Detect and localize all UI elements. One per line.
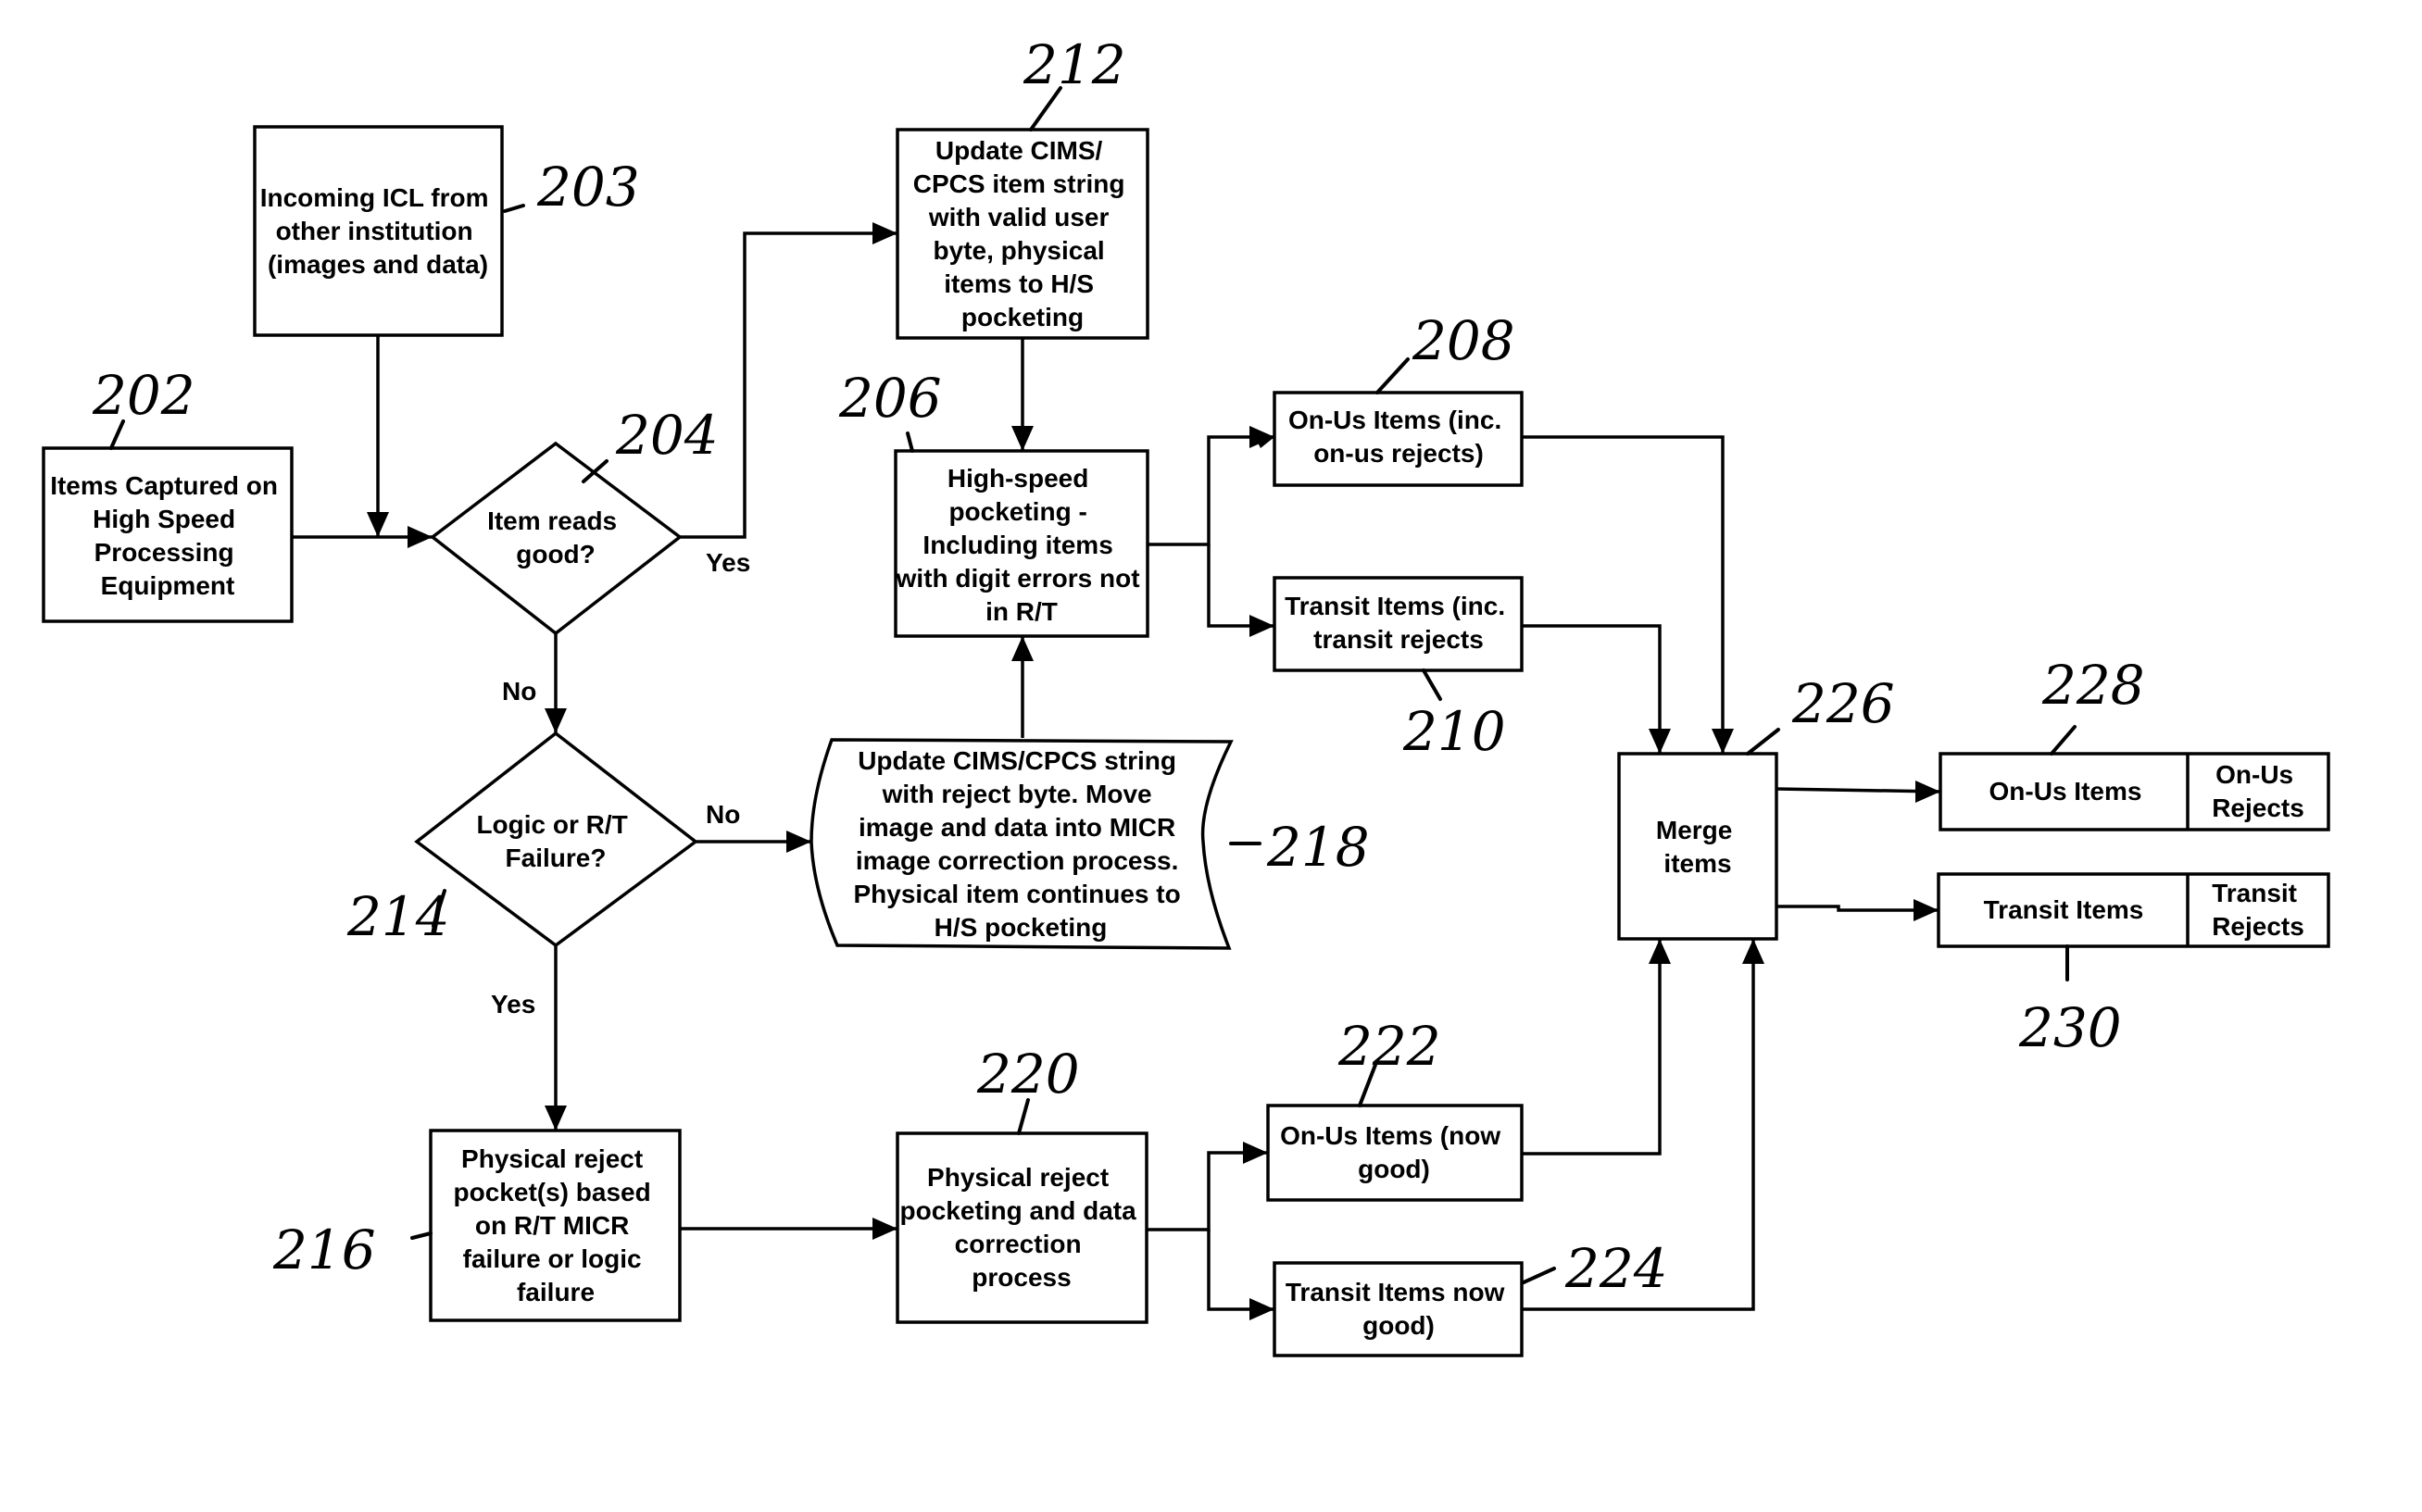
edge-label-no-214: No xyxy=(706,800,740,829)
arrowhead xyxy=(1243,1142,1268,1164)
leader-line xyxy=(410,1231,433,1240)
node-text-left: Transit Items xyxy=(1984,895,2144,924)
edge-label-yes-214: Yes xyxy=(491,990,535,1018)
arrowhead xyxy=(1011,636,1034,661)
edge-label-yes-204: Yes xyxy=(706,548,750,577)
ref-label-220: 220 xyxy=(976,1043,1080,1106)
node-text-left: On-Us Items xyxy=(1989,777,2142,806)
arrowhead xyxy=(367,512,389,537)
edge-label-no-204: No xyxy=(502,677,536,706)
edge-222-226 xyxy=(1522,939,1662,1156)
edge-206-210 xyxy=(1207,544,1274,628)
edge-220-222 xyxy=(1147,1151,1268,1231)
edge-220-224 xyxy=(1207,1230,1274,1311)
flowchart: Yes No No Yes Incoming ICL from other in… xyxy=(42,33,2330,1357)
ref-label-203: 203 xyxy=(536,156,640,219)
node-203-incoming-icl: Incoming ICL from other institution (ima… xyxy=(253,125,504,337)
leader-line xyxy=(1746,728,1780,756)
ref-label-210: 210 xyxy=(1402,700,1506,763)
edge-206-208 xyxy=(1148,435,1274,546)
leader-line xyxy=(503,204,525,213)
arrowhead xyxy=(1914,899,1939,921)
node-222-on-us-now-good: On-Us Items (now good) xyxy=(1266,1104,1524,1202)
node-text: Incoming ICL from other institution (ima… xyxy=(260,183,496,279)
ref-label-208: 208 xyxy=(1412,309,1515,372)
ref-label-216: 216 xyxy=(272,1218,376,1281)
node-202-items-captured: Items Captured on High Speed Processing … xyxy=(42,446,294,623)
arrowhead xyxy=(1712,729,1734,754)
ref-label-204: 204 xyxy=(615,404,719,467)
arrowhead xyxy=(872,1218,897,1240)
node-226-merge-items: Merge items xyxy=(1617,752,1778,941)
node-218-update-cims-reject: Update CIMS/CPCS string with reject byte… xyxy=(809,738,1234,950)
leader-line xyxy=(2050,725,2077,756)
node-214-logic-rt-failure-decision: Logic or R/T Failure? xyxy=(414,731,698,948)
arrowhead xyxy=(545,708,567,733)
node-220-physical-reject-correction: Physical reject pocketing and data corre… xyxy=(896,1131,1148,1324)
arrowhead xyxy=(786,831,811,853)
ref-label-226: 226 xyxy=(1791,672,1895,735)
node-216-physical-reject-pockets: Physical reject pocket(s) based on R/T M… xyxy=(429,1129,682,1322)
arrowhead xyxy=(1742,939,1764,964)
edge-210-226 xyxy=(1522,624,1662,754)
ref-label-202: 202 xyxy=(92,364,195,427)
ref-label-228: 228 xyxy=(2041,654,2145,717)
node-204-item-reads-good-decision: Item reads good? xyxy=(430,441,683,636)
node-230-transit-output: Transit Items Transit Rejects xyxy=(1937,872,2330,948)
node-210-transit-items: Transit Items (inc. transit rejects xyxy=(1273,576,1524,672)
arrowhead xyxy=(1249,1298,1274,1320)
arrowhead xyxy=(1649,729,1671,754)
arrowhead xyxy=(408,526,433,548)
node-228-on-us-output: On-Us Items On-Us Rejects xyxy=(1939,752,2330,831)
arrowhead xyxy=(545,1106,567,1131)
ref-label-218: 218 xyxy=(1266,816,1370,879)
arrowhead xyxy=(1649,939,1671,964)
node-206-high-speed-pocketing: High-speed pocketing - Including items w… xyxy=(894,449,1149,638)
leader-line xyxy=(1522,1267,1556,1284)
leader-line xyxy=(1422,669,1442,701)
leader-line xyxy=(906,431,914,453)
ref-label-230: 230 xyxy=(2018,996,2122,1059)
arrowhead xyxy=(1249,615,1274,637)
arrowhead xyxy=(872,222,897,244)
ref-label-206: 206 xyxy=(838,367,942,430)
ref-label-222: 222 xyxy=(1337,1015,1441,1078)
ref-label-212: 212 xyxy=(1023,33,1126,96)
ref-label-214: 214 xyxy=(346,885,450,948)
arrowhead xyxy=(1915,781,1940,803)
ref-label-224: 224 xyxy=(1564,1237,1668,1300)
leader-line xyxy=(1375,357,1410,394)
arrowhead xyxy=(1011,426,1034,451)
node-224-transit-now-good: Transit Items now good) xyxy=(1273,1261,1524,1357)
edge-208-226 xyxy=(1522,435,1725,754)
node-212-update-cims-valid: Update CIMS/ CPCS item string with valid… xyxy=(896,128,1149,340)
node-208-on-us-items: On-Us Items (inc. on-us rejects) xyxy=(1273,391,1524,487)
